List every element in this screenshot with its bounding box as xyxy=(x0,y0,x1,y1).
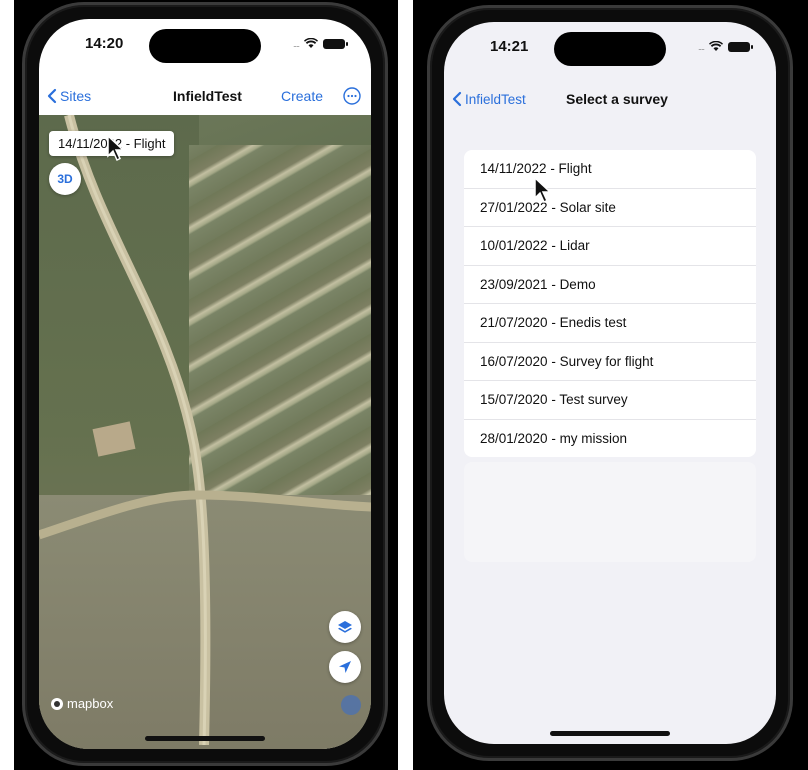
status-time: 14:20 xyxy=(85,35,124,52)
mapbox-logo-icon xyxy=(51,697,63,710)
back-label: InfieldTest xyxy=(465,91,526,107)
signal-icon: .... xyxy=(697,41,705,52)
nav-title: Select a survey xyxy=(566,91,668,107)
survey-row[interactable]: 27/01/2022 - Solar site xyxy=(464,189,756,227)
status-time: 14:21 xyxy=(490,38,529,55)
survey-row[interactable]: 21/07/2020 - Enedis test xyxy=(464,304,756,343)
mouse-cursor-icon xyxy=(107,134,125,162)
mouse-cursor-icon xyxy=(534,176,552,204)
back-button[interactable]: InfieldTest xyxy=(452,91,526,107)
back-label: Sites xyxy=(60,88,92,104)
survey-row[interactable]: 15/07/2020 - Test survey xyxy=(464,381,756,420)
map-roads xyxy=(39,115,371,745)
map-view[interactable]: 14/11/2022 - Flight 3D mapbox xyxy=(39,115,371,749)
wifi-icon xyxy=(304,38,318,48)
nav-title: InfieldTest xyxy=(173,88,242,104)
survey-row[interactable]: 14/11/2022 - Flight xyxy=(464,150,756,189)
survey-row[interactable]: 16/07/2020 - Survey for flight xyxy=(464,343,756,381)
chevron-left-icon xyxy=(47,88,57,104)
layers-button[interactable] xyxy=(329,611,361,643)
3d-label: 3D xyxy=(57,172,73,186)
mapbox-logo-text: mapbox xyxy=(67,696,114,711)
home-indicator xyxy=(550,731,670,736)
survey-row[interactable]: 28/01/2020 - my mission xyxy=(464,420,756,458)
signal-icon: .... xyxy=(292,38,300,49)
wifi-icon xyxy=(709,41,723,51)
locate-button[interactable] xyxy=(329,651,361,683)
more-options-icon[interactable] xyxy=(343,87,361,105)
nav-bar: Sites InfieldTest Create xyxy=(39,77,371,115)
status-icons: .... xyxy=(697,41,753,52)
location-arrow-icon xyxy=(339,661,351,673)
3d-button[interactable]: 3D xyxy=(49,163,81,195)
info-icon[interactable] xyxy=(341,695,361,715)
back-button[interactable]: Sites xyxy=(47,88,91,104)
survey-list: 14/11/2022 - Flight 27/01/2022 - Solar s… xyxy=(464,150,756,457)
survey-row[interactable]: 23/09/2021 - Demo xyxy=(464,266,756,304)
dynamic-island xyxy=(149,29,261,63)
layers-icon xyxy=(338,621,352,633)
create-button[interactable]: Create xyxy=(281,88,323,104)
nav-bar: InfieldTest Select a survey xyxy=(444,80,776,118)
left-screenshot: 14:20 .... Sites InfieldTest Create 14/1… xyxy=(14,0,398,770)
survey-row[interactable]: 10/01/2022 - Lidar xyxy=(464,227,756,266)
battery-icon xyxy=(728,41,753,52)
status-icons: .... xyxy=(292,38,348,49)
battery-icon xyxy=(323,38,348,49)
list-footer-shadow xyxy=(464,462,756,562)
phone-screen: 14:21 .... InfieldTest Select a survey 1… xyxy=(444,22,776,744)
home-indicator xyxy=(145,736,265,741)
phone-screen: 14:20 .... Sites InfieldTest Create 14/1… xyxy=(39,19,371,749)
right-screenshot: 14:21 .... InfieldTest Select a survey 1… xyxy=(413,0,808,770)
mapbox-logo: mapbox xyxy=(51,696,113,711)
dynamic-island xyxy=(554,32,666,66)
phone-frame: 14:20 .... Sites InfieldTest Create 14/1… xyxy=(22,2,388,766)
chevron-left-icon xyxy=(452,91,462,107)
phone-frame: 14:21 .... InfieldTest Select a survey 1… xyxy=(427,5,793,761)
